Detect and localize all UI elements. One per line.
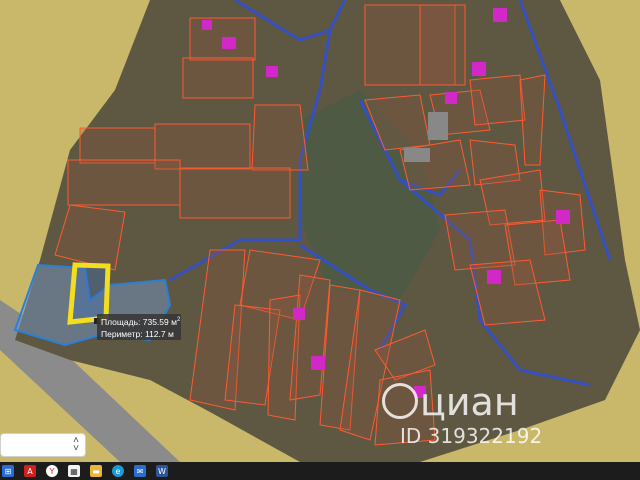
watermark-brand: циан (420, 380, 519, 424)
perimeter-value: 112.7 м (144, 329, 174, 339)
word-icon[interactable]: W (156, 465, 168, 477)
dropdown-field[interactable]: ˄ ˅ (0, 433, 86, 457)
watermark-listing-id: ID 319322192 (400, 424, 543, 448)
watermark-logo: циан (382, 380, 519, 424)
mail-icon[interactable]: ✉ (134, 465, 146, 477)
file-explorer-icon[interactable]: ▬ (90, 465, 102, 477)
calendar-icon[interactable]: ▦ (68, 465, 80, 477)
acrobat-icon[interactable]: A (24, 465, 36, 477)
measurement-tooltip: Площадь: 735.59 м2 Периметр: 112.7 м (97, 314, 181, 340)
perimeter-line: Периметр: 112.7 м (101, 328, 177, 340)
edge-icon[interactable]: e (112, 465, 124, 477)
area-value: 735.59 м (142, 317, 177, 327)
chevron-updown-icon[interactable]: ˄ ˅ (73, 436, 79, 454)
area-label: Площадь: (101, 317, 141, 327)
taskbar: ⊞ A Y ▦ ▬ e ✉ W (0, 462, 640, 480)
start-icon[interactable]: ⊞ (2, 465, 14, 477)
area-unit-superscript: 2 (176, 317, 181, 324)
cian-logo-icon (382, 382, 418, 419)
yandex-browser-icon[interactable]: Y (46, 465, 58, 477)
grey-building-2 (404, 148, 430, 162)
area-line: Площадь: 735.59 м2 (101, 316, 181, 328)
grey-building (428, 112, 448, 140)
cian-watermark: циан ID 319322192 (382, 380, 592, 450)
perimeter-label: Периметр: (101, 329, 143, 339)
